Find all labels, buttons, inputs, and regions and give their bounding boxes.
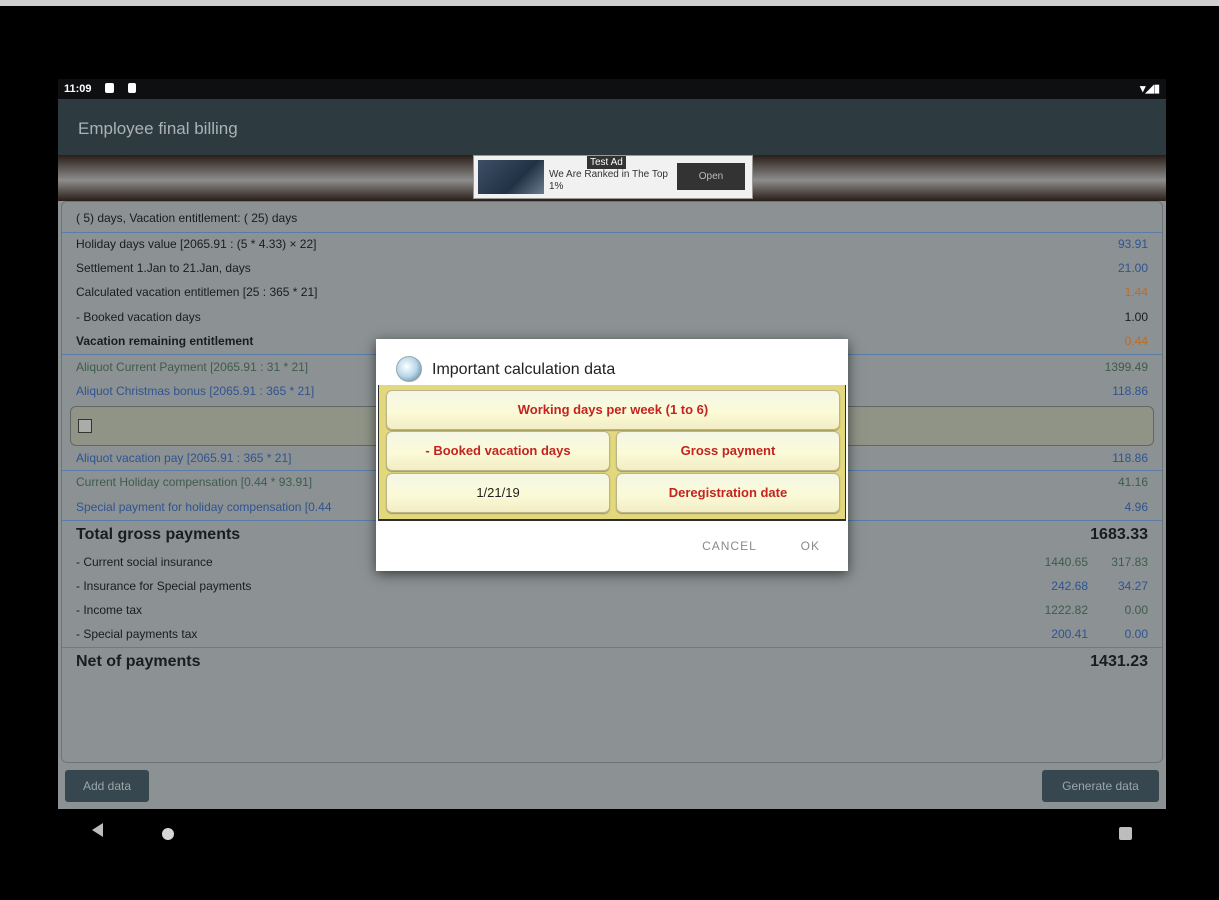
option-checkbox[interactable] (78, 419, 92, 433)
app-title: Employee final billing (78, 119, 238, 138)
add-data-button[interactable]: Add data (65, 770, 149, 802)
ad-open-button[interactable]: Open (677, 163, 745, 190)
navigation-bar (58, 809, 1166, 857)
row-value: 1222.82 (1044, 603, 1088, 617)
row-label: - Booked vacation days (76, 310, 201, 324)
row-label: Special payment for holiday compensation… (76, 500, 332, 514)
ad-banner[interactable]: Test Ad We Are Ranked in The Top 1% Open (473, 155, 753, 199)
sd-card-icon (128, 83, 136, 93)
row-label: - Current social insurance (76, 555, 213, 569)
row-label: Current Holiday compensation [0.44 * 93.… (76, 475, 313, 489)
row-label: Calculated vacation entitlemen [25 : 365… (76, 285, 318, 299)
row-value: 0.00 (1124, 603, 1148, 617)
device-bezel-top (0, 0, 1219, 6)
dialog-actions: CANCEL OK (662, 539, 820, 553)
row-label: Settlement 1.Jan to 21.Jan, days (76, 261, 251, 275)
row-label: Aliquot vacation pay [2065.91 : 365 * 21… (76, 451, 292, 465)
globe-icon (396, 356, 422, 382)
signal-battery-icon: ▾◢▮ (1139, 83, 1160, 95)
row-value: 118.86 (1112, 384, 1148, 398)
dialog-panel-inner: Working days per week (1 to 6) - Booked … (379, 385, 845, 519)
row-label: Aliquot Current Payment [2065.91 : 31 * … (76, 360, 309, 374)
row-value: 93.91 (1117, 237, 1148, 251)
ad-badge: Test Ad (587, 156, 626, 169)
result-row: - Booked vacation days 1.00 (76, 307, 1148, 329)
row-value: 1399.49 (1104, 360, 1148, 374)
row-value: 200.41 (1051, 627, 1088, 641)
date-button[interactable]: 1/21/19 (386, 473, 610, 513)
result-row: Settlement 1.Jan to 21.Jan, days 21.00 (76, 258, 1148, 280)
deregistration-date-button[interactable]: Deregistration date (616, 473, 840, 513)
row-value: 1.00 (1124, 310, 1148, 324)
net-label: Net of payments (76, 653, 201, 670)
row-value: 41.16 (1117, 475, 1148, 489)
cancel-button[interactable]: CANCEL (702, 539, 756, 553)
recents-icon[interactable] (1119, 827, 1132, 840)
deduction-row: - Insurance for Special payments 242.68 … (76, 576, 1148, 598)
dialog-panel: Working days per week (1 to 6) - Booked … (378, 385, 846, 521)
ad-banner-strip: Test Ad We Are Ranked in The Top 1% Open (58, 155, 1166, 201)
row-value: 0.44 (1124, 334, 1148, 348)
net-row: Net of payments 1431.23 (76, 650, 1148, 676)
divider (62, 232, 1162, 233)
ad-image (478, 160, 544, 194)
notification-icon (105, 83, 114, 93)
ok-button[interactable]: OK (801, 539, 820, 553)
home-icon[interactable] (162, 828, 174, 840)
back-icon[interactable] (92, 823, 103, 837)
row-value: 34.27 (1117, 579, 1148, 593)
row-label: - Insurance for Special payments (76, 579, 252, 593)
deduction-row: - Income tax 1222.82 0.00 (76, 600, 1148, 622)
row-value: 242.68 (1051, 579, 1088, 593)
gross-payment-button[interactable]: Gross payment (616, 431, 840, 471)
dialog-title: Important calculation data (432, 361, 616, 378)
net-value: 1431.23 (1090, 653, 1148, 670)
row-value: 1440.65 (1044, 555, 1088, 569)
status-time: 11:09 (64, 83, 92, 95)
row-label: Aliquot Christmas bonus [2065.91 : 365 *… (76, 384, 315, 398)
row-value: 4.96 (1124, 500, 1148, 514)
working-days-button[interactable]: Working days per week (1 to 6) (386, 390, 840, 430)
row-label: Vacation remaining entitlement (76, 334, 254, 348)
divider (62, 647, 1162, 648)
row-label: Holiday days value [2065.91 : (5 * 4.33)… (76, 237, 317, 251)
result-row: Calculated vacation entitlemen [25 : 365… (76, 282, 1148, 304)
row-value: 0.00 (1124, 627, 1148, 641)
calculation-data-dialog: Important calculation data Working days … (376, 339, 848, 571)
app-bar: Employee final billing (58, 99, 1166, 155)
generate-data-button[interactable]: Generate data (1042, 770, 1159, 802)
result-row: Holiday days value [2065.91 : (5 * 4.33)… (76, 234, 1148, 256)
total-gross-value: 1683.33 (1090, 526, 1148, 543)
row-value: 1.44 (1124, 285, 1148, 299)
entitlement-header-row: ( 5) days, Vacation entitlement: ( 25) d… (76, 208, 1148, 230)
ad-text: We Are Ranked in The Top 1% (549, 169, 668, 192)
status-bar: 11:09 ▾◢▮ (58, 79, 1166, 99)
entitlement-header: ( 5) days, Vacation entitlement: ( 25) d… (76, 211, 298, 225)
row-label: - Income tax (76, 603, 143, 617)
row-label: - Special payments tax (76, 627, 198, 641)
deduction-row: - Special payments tax 200.41 0.00 (76, 624, 1148, 646)
row-value: 21.00 (1117, 261, 1148, 275)
total-gross-label: Total gross payments (76, 526, 241, 543)
row-value: 118.86 (1112, 451, 1148, 465)
row-value: 317.83 (1111, 555, 1148, 569)
booked-vacation-button[interactable]: - Booked vacation days (386, 431, 610, 471)
